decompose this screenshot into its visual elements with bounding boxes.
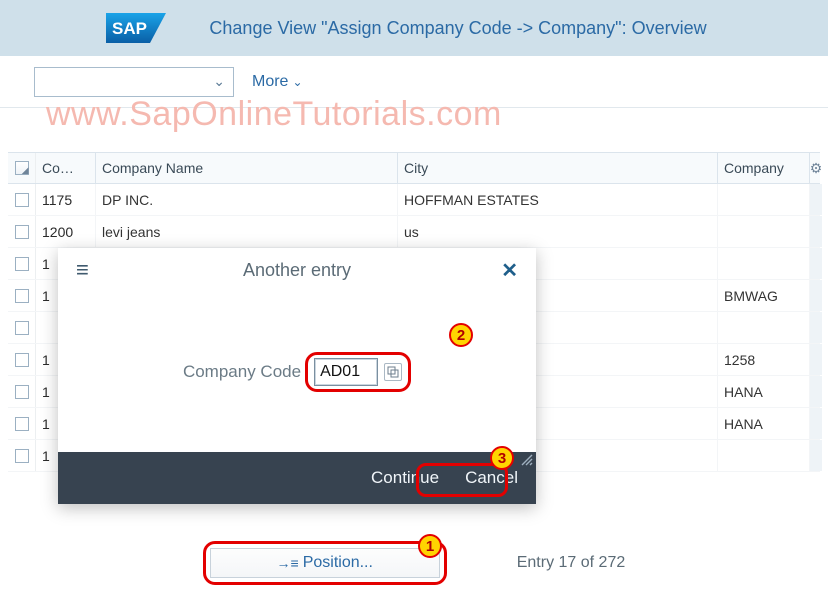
cell-code: 1175: [36, 184, 96, 215]
cancel-button[interactable]: Cancel: [465, 468, 518, 488]
toolbar: ⌄ More ⌄: [0, 56, 828, 108]
company-code-label: Company Code: [183, 362, 301, 382]
company-code-input[interactable]: [314, 358, 378, 386]
scrollbar-track[interactable]: [810, 408, 822, 439]
cell-company[interactable]: [718, 184, 810, 215]
col-city[interactable]: City: [398, 153, 718, 183]
cell-name: levi jeans: [96, 216, 398, 247]
table-header-row: ◢ Co… Company Name City Company ⚙: [8, 152, 820, 184]
scrollbar-track[interactable]: [810, 344, 822, 375]
close-icon[interactable]: ✕: [501, 258, 518, 283]
row-checkbox[interactable]: [15, 321, 29, 335]
gear-icon: ⚙: [810, 160, 822, 177]
row-checkbox[interactable]: [15, 449, 29, 463]
table-footer: →≡ Position... Entry 17 of 272: [0, 541, 828, 585]
table-settings-button[interactable]: ⚙: [810, 153, 822, 183]
row-checkbox[interactable]: [15, 289, 29, 303]
page-title: Change View "Assign Company Code -> Comp…: [106, 18, 810, 39]
menu-icon[interactable]: ≡: [76, 257, 89, 283]
chevron-down-icon: ⌄: [213, 73, 225, 90]
cell-code: 1200: [36, 216, 96, 247]
cell-company[interactable]: HANA: [718, 376, 810, 407]
cell-company[interactable]: [718, 440, 810, 471]
more-menu[interactable]: More ⌄: [252, 73, 303, 91]
scrollbar-track[interactable]: [810, 280, 822, 311]
row-checkbox[interactable]: [15, 417, 29, 431]
select-all-checkbox[interactable]: ◢: [8, 153, 36, 183]
table-row[interactable]: 1200 levi jeans us: [8, 216, 820, 248]
dialog-title: Another entry: [243, 260, 351, 281]
cell-company[interactable]: HANA: [718, 408, 810, 439]
scrollbar-track[interactable]: [810, 376, 822, 407]
row-checkbox[interactable]: [15, 193, 29, 207]
cell-city: HOFFMAN ESTATES: [398, 184, 718, 215]
position-button[interactable]: →≡ Position...: [210, 548, 440, 578]
scrollbar-track[interactable]: [810, 440, 822, 471]
cell-company[interactable]: [718, 248, 810, 279]
dialog-header: ≡ Another entry ✕: [58, 248, 536, 292]
row-checkbox[interactable]: [15, 257, 29, 271]
position-label: Position...: [303, 554, 373, 572]
col-company-code[interactable]: Co…: [36, 153, 96, 183]
cell-name: DP INC.: [96, 184, 398, 215]
annotation-outline: →≡ Position...: [203, 541, 447, 585]
sap-logo: SAP: [106, 13, 166, 43]
continue-button[interactable]: Continue: [371, 468, 439, 488]
app-header: SAP Change View "Assign Company Code -> …: [0, 0, 828, 56]
dialog-footer: Continue Cancel: [58, 452, 536, 504]
table-row[interactable]: 1175 DP INC. HOFFMAN ESTATES: [8, 184, 820, 216]
scrollbar-track[interactable]: [810, 216, 822, 247]
more-label: More: [252, 73, 288, 91]
resize-handle-icon[interactable]: [520, 452, 534, 466]
chevron-down-icon: ⌄: [292, 75, 302, 89]
scrollbar-track[interactable]: [810, 184, 822, 215]
cell-company[interactable]: [718, 216, 810, 247]
cell-company[interactable]: 1258: [718, 344, 810, 375]
entry-counter: Entry 17 of 272: [517, 554, 626, 572]
cell-company[interactable]: BMWAG: [718, 280, 810, 311]
company-code-controls: [305, 352, 411, 392]
cell-city: us: [398, 216, 718, 247]
row-checkbox[interactable]: [15, 385, 29, 399]
scrollbar-track[interactable]: [810, 312, 822, 343]
col-company-name[interactable]: Company Name: [96, 153, 398, 183]
row-checkbox[interactable]: [15, 353, 29, 367]
col-company[interactable]: Company: [718, 153, 810, 183]
scrollbar-track[interactable]: [810, 248, 822, 279]
another-entry-dialog: ≡ Another entry ✕ Company Code Continue …: [58, 248, 536, 504]
dialog-body: Company Code: [58, 292, 536, 452]
cell-company[interactable]: [718, 312, 810, 343]
row-checkbox[interactable]: [15, 225, 29, 239]
goto-icon: →≡: [277, 555, 299, 571]
view-selector-dropdown[interactable]: ⌄: [34, 67, 234, 97]
value-help-icon[interactable]: [384, 363, 402, 381]
svg-text:SAP: SAP: [112, 19, 147, 38]
